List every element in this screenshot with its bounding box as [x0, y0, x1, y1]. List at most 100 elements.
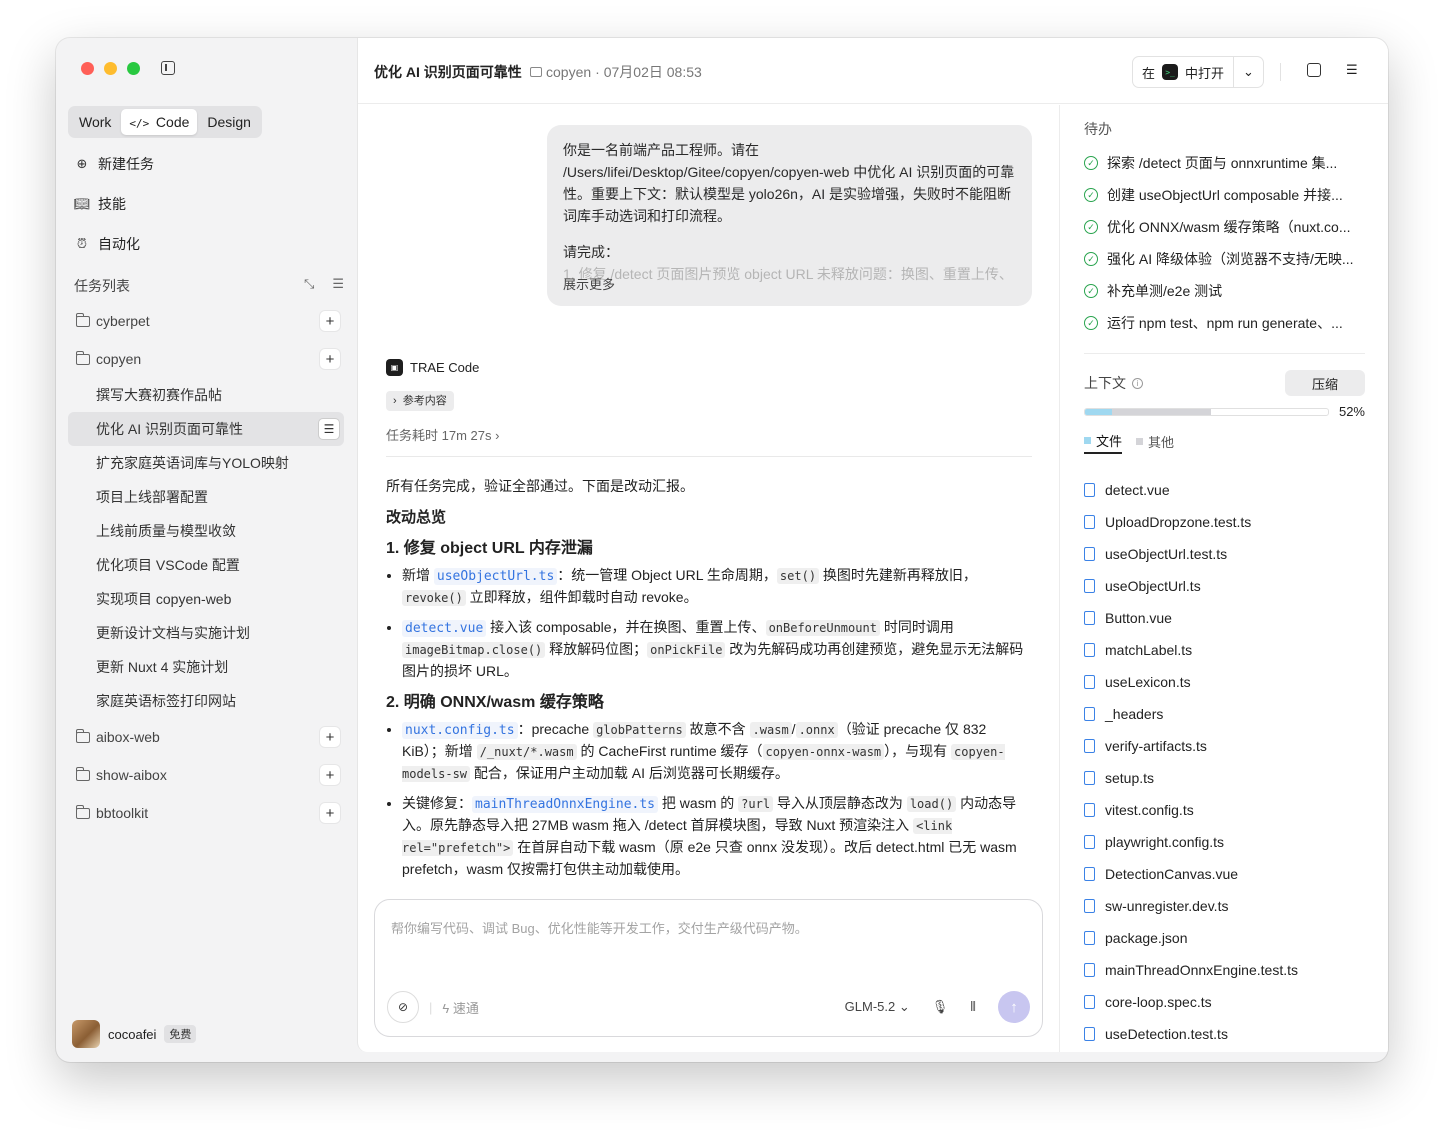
folder-icon: [530, 67, 542, 77]
file-item[interactable]: matchLabel.ts: [1084, 634, 1365, 666]
context-label-text: 上下文: [1084, 375, 1126, 391]
book-icon: 📖︎: [73, 196, 91, 211]
file-item[interactable]: useObjectUrl.ts: [1084, 570, 1365, 602]
chat-area: 你是一名前端产品工程师。请在 /Users/lifei/Desktop/Gite…: [358, 105, 1058, 883]
folder-name: cyberpet: [96, 313, 150, 329]
filter-icon[interactable]: ☰: [332, 276, 344, 296]
file-name: _headers: [1105, 706, 1164, 722]
folder-show-aibox[interactable]: show-aibox +: [68, 756, 344, 794]
file-item[interactable]: package.json: [1084, 922, 1365, 954]
file-item[interactable]: useDetection.test.ts: [1084, 1018, 1365, 1050]
collapse-icon[interactable]: ⤡: [304, 276, 314, 296]
task-item[interactable]: 实现项目 copyen-web: [68, 582, 344, 616]
minimize-window-button[interactable]: [104, 62, 117, 75]
folder-bbtoolkit[interactable]: bbtoolkit +: [68, 794, 344, 832]
file-item[interactable]: vitest.config.ts: [1084, 794, 1365, 826]
close-window-button[interactable]: [81, 62, 94, 75]
file-icon: [1084, 579, 1095, 593]
mode-tab-design[interactable]: Design: [199, 109, 259, 135]
attach-icon[interactable]: ⊘: [387, 991, 419, 1023]
list-item: detect.vue 接入该 composable，并在换图、重置上传、onBe…: [402, 617, 1032, 682]
file-item[interactable]: _headers: [1084, 698, 1365, 730]
plan-badge: 免费: [164, 1025, 197, 1043]
task-item-active[interactable]: 优化 AI 识别页面可靠性 ☰: [68, 412, 344, 446]
compress-button[interactable]: 压缩: [1285, 370, 1365, 396]
add-task-button[interactable]: +: [320, 349, 340, 369]
composer-input[interactable]: 帮你编写代码、调试 Bug、优化性能等开发工作，交付生产级代码产物。: [391, 918, 808, 937]
file-item[interactable]: core-loop.spec.ts: [1084, 986, 1365, 1018]
task-item[interactable]: 撰写大赛初赛作品帖: [68, 378, 344, 412]
alarm-clock-icon: ⏰︎: [76, 236, 88, 251]
reference-chip[interactable]: › 参考内容: [386, 391, 454, 411]
task-item[interactable]: 扩充家庭英语词库与YOLO映射: [68, 446, 344, 480]
file-item[interactable]: useLexicon.ts: [1084, 666, 1365, 698]
info-icon[interactable]: i: [1132, 377, 1143, 389]
speed-mode-toggle[interactable]: ϟ 速通: [442, 998, 479, 1017]
nav-new-task[interactable]: ⊕ 新建任务: [74, 154, 154, 174]
file-icon: [1084, 803, 1095, 817]
file-item[interactable]: mainThreadOnnxEngine.test.ts: [1084, 954, 1365, 986]
add-task-button[interactable]: +: [320, 311, 340, 331]
agent-report: 所有任务完成，验证全部通过。下面是改动汇报。 改动总览 1. 修复 object…: [386, 476, 1032, 880]
mode-tab-work[interactable]: Work: [71, 109, 119, 135]
tab-files[interactable]: 文件: [1084, 431, 1123, 454]
tab-other[interactable]: 其他: [1136, 431, 1174, 454]
reference-chip-label: 参考内容: [402, 395, 447, 407]
mode-switcher: Work </> Code Design: [68, 106, 262, 138]
nav-skills[interactable]: 📖︎ 技能: [74, 194, 126, 214]
add-task-button[interactable]: +: [320, 803, 340, 823]
open-in-suffix: 中打开: [1185, 65, 1225, 81]
task-item[interactable]: 项目上线部署配置: [68, 480, 344, 514]
task-item[interactable]: 家庭英语标签打印网站: [68, 684, 344, 718]
add-task-button[interactable]: +: [320, 765, 340, 785]
chevron-down-icon[interactable]: ⌄: [1234, 57, 1263, 87]
file-item[interactable]: DetectionCanvas.vue: [1084, 858, 1365, 890]
model-selector[interactable]: GLM-5.2 ⌄: [845, 999, 910, 1015]
task-item[interactable]: 优化项目 VSCode 配置: [68, 548, 344, 582]
todo-item: ✓ 探索 /detect 页面与 onnxruntime 集...: [1084, 147, 1365, 179]
open-in-terminal-button[interactable]: 在 >_ 中打开 ⌄: [1132, 56, 1264, 88]
code-icon: </>: [129, 117, 156, 130]
plus-circle-icon: ⊕: [76, 156, 88, 171]
todo-item: ✓ 优化 ONNX/wasm 缓存策略（nuxt.co...: [1084, 211, 1365, 243]
task-item[interactable]: 上线前质量与模型收敛: [68, 514, 344, 548]
folder-aibox-web[interactable]: aibox-web +: [68, 718, 344, 756]
file-name: detect.vue: [1105, 482, 1170, 498]
folder-copyen[interactable]: copyen +: [68, 340, 344, 378]
voice-wave-icon[interactable]: ⦀: [970, 999, 976, 1015]
mode-tab-code[interactable]: </> Code: [121, 109, 198, 135]
file-item[interactable]: playwright.config.ts: [1084, 826, 1365, 858]
nav-new-task-label: 新建任务: [98, 156, 154, 172]
todo-label: 优化 ONNX/wasm 缓存策略（nuxt.co...: [1107, 219, 1351, 235]
zoom-window-button[interactable]: [127, 62, 140, 75]
file-item[interactable]: Button.vue: [1084, 602, 1365, 634]
terminal-icon: >_: [1162, 64, 1179, 80]
composer-right-tools: GLM-5.2 ⌄ 🎙︎ ⦀ ↑: [845, 991, 1030, 1023]
task-item[interactable]: 更新设计文档与实施计划: [68, 616, 344, 650]
file-name: UploadDropzone.test.ts: [1105, 514, 1252, 530]
todo-label: 强化 AI 降级体验（浏览器不支持/无映...: [1107, 251, 1354, 267]
microphone-icon[interactable]: 🎙︎: [932, 999, 949, 1015]
task-detail-icon[interactable]: ☰: [318, 418, 340, 440]
folder-icon: [76, 728, 90, 743]
speed-mode-label: 速通: [452, 1000, 479, 1016]
file-item[interactable]: setup.ts: [1084, 762, 1365, 794]
file-item[interactable]: sw-unregister.dev.ts: [1084, 890, 1365, 922]
context-other-fill: [1111, 408, 1212, 415]
panel-toggle-icon[interactable]: ☰: [1346, 63, 1360, 77]
tab-other-label: 其他: [1148, 435, 1175, 450]
show-more-button[interactable]: 展示更多: [563, 274, 615, 296]
file-item[interactable]: useObjectUrl.test.ts: [1084, 538, 1365, 570]
task-duration[interactable]: 任务耗时 17m 27s ›: [386, 425, 1032, 457]
nav-automation[interactable]: ⏰︎ 自动化: [74, 234, 140, 254]
add-task-button[interactable]: +: [320, 727, 340, 747]
file-item[interactable]: verify-artifacts.ts: [1084, 730, 1365, 762]
task-item[interactable]: 更新 Nuxt 4 实施计划: [68, 650, 344, 684]
send-button[interactable]: ↑: [998, 991, 1030, 1023]
toggle-sidebar-icon[interactable]: [161, 61, 175, 75]
folder-cyberpet[interactable]: cyberpet +: [68, 302, 344, 340]
file-item[interactable]: UploadDropzone.test.ts: [1084, 506, 1365, 538]
file-item[interactable]: detect.vue: [1084, 474, 1365, 506]
user-profile[interactable]: cocoafei 免费: [72, 1020, 197, 1048]
browser-icon[interactable]: [1307, 63, 1321, 77]
